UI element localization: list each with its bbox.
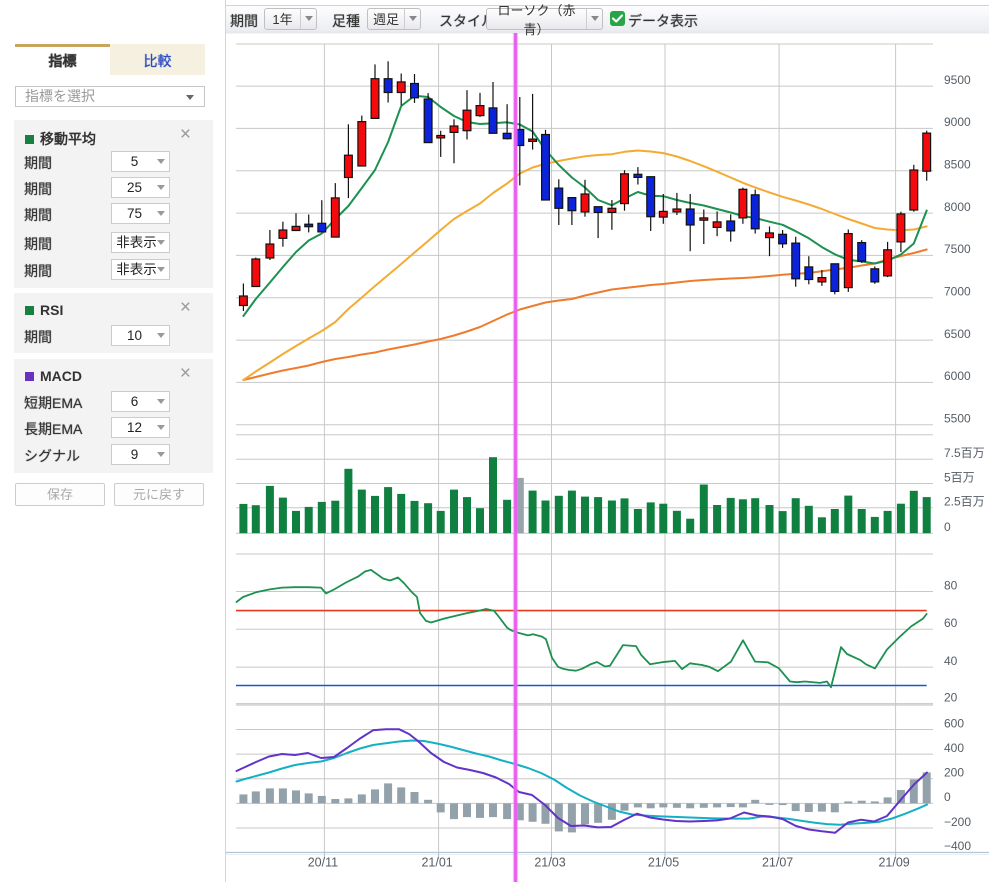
svg-text:20/11: 20/11: [308, 855, 338, 869]
svg-text:21/01: 21/01: [421, 855, 452, 869]
svg-text:7500: 7500: [944, 242, 971, 256]
svg-text:21/09: 21/09: [878, 855, 909, 869]
svg-text:400: 400: [944, 741, 964, 755]
svg-text:60: 60: [944, 616, 958, 630]
svg-text:9500: 9500: [944, 73, 971, 87]
svg-text:80: 80: [944, 578, 958, 592]
svg-text:6500: 6500: [944, 327, 971, 341]
svg-text:40: 40: [944, 654, 958, 668]
svg-text:20: 20: [944, 690, 958, 704]
svg-text:−200: −200: [944, 815, 971, 829]
svg-text:5500: 5500: [944, 412, 971, 426]
svg-text:5百万: 5百万: [944, 470, 975, 484]
svg-text:0: 0: [944, 520, 951, 534]
svg-text:−400: −400: [944, 839, 971, 853]
svg-text:7000: 7000: [944, 285, 971, 299]
svg-text:6000: 6000: [944, 369, 971, 383]
svg-text:600: 600: [944, 716, 964, 730]
svg-text:7.5百万: 7.5百万: [944, 446, 985, 460]
svg-text:8000: 8000: [944, 200, 971, 214]
svg-text:21/03: 21/03: [534, 855, 565, 869]
svg-text:9000: 9000: [944, 115, 971, 129]
svg-text:21/07: 21/07: [762, 855, 793, 869]
svg-text:0: 0: [944, 790, 951, 804]
svg-text:8500: 8500: [944, 158, 971, 172]
svg-text:200: 200: [944, 766, 964, 780]
svg-text:21/05: 21/05: [648, 855, 679, 869]
svg-text:2.5百万: 2.5百万: [944, 495, 985, 509]
